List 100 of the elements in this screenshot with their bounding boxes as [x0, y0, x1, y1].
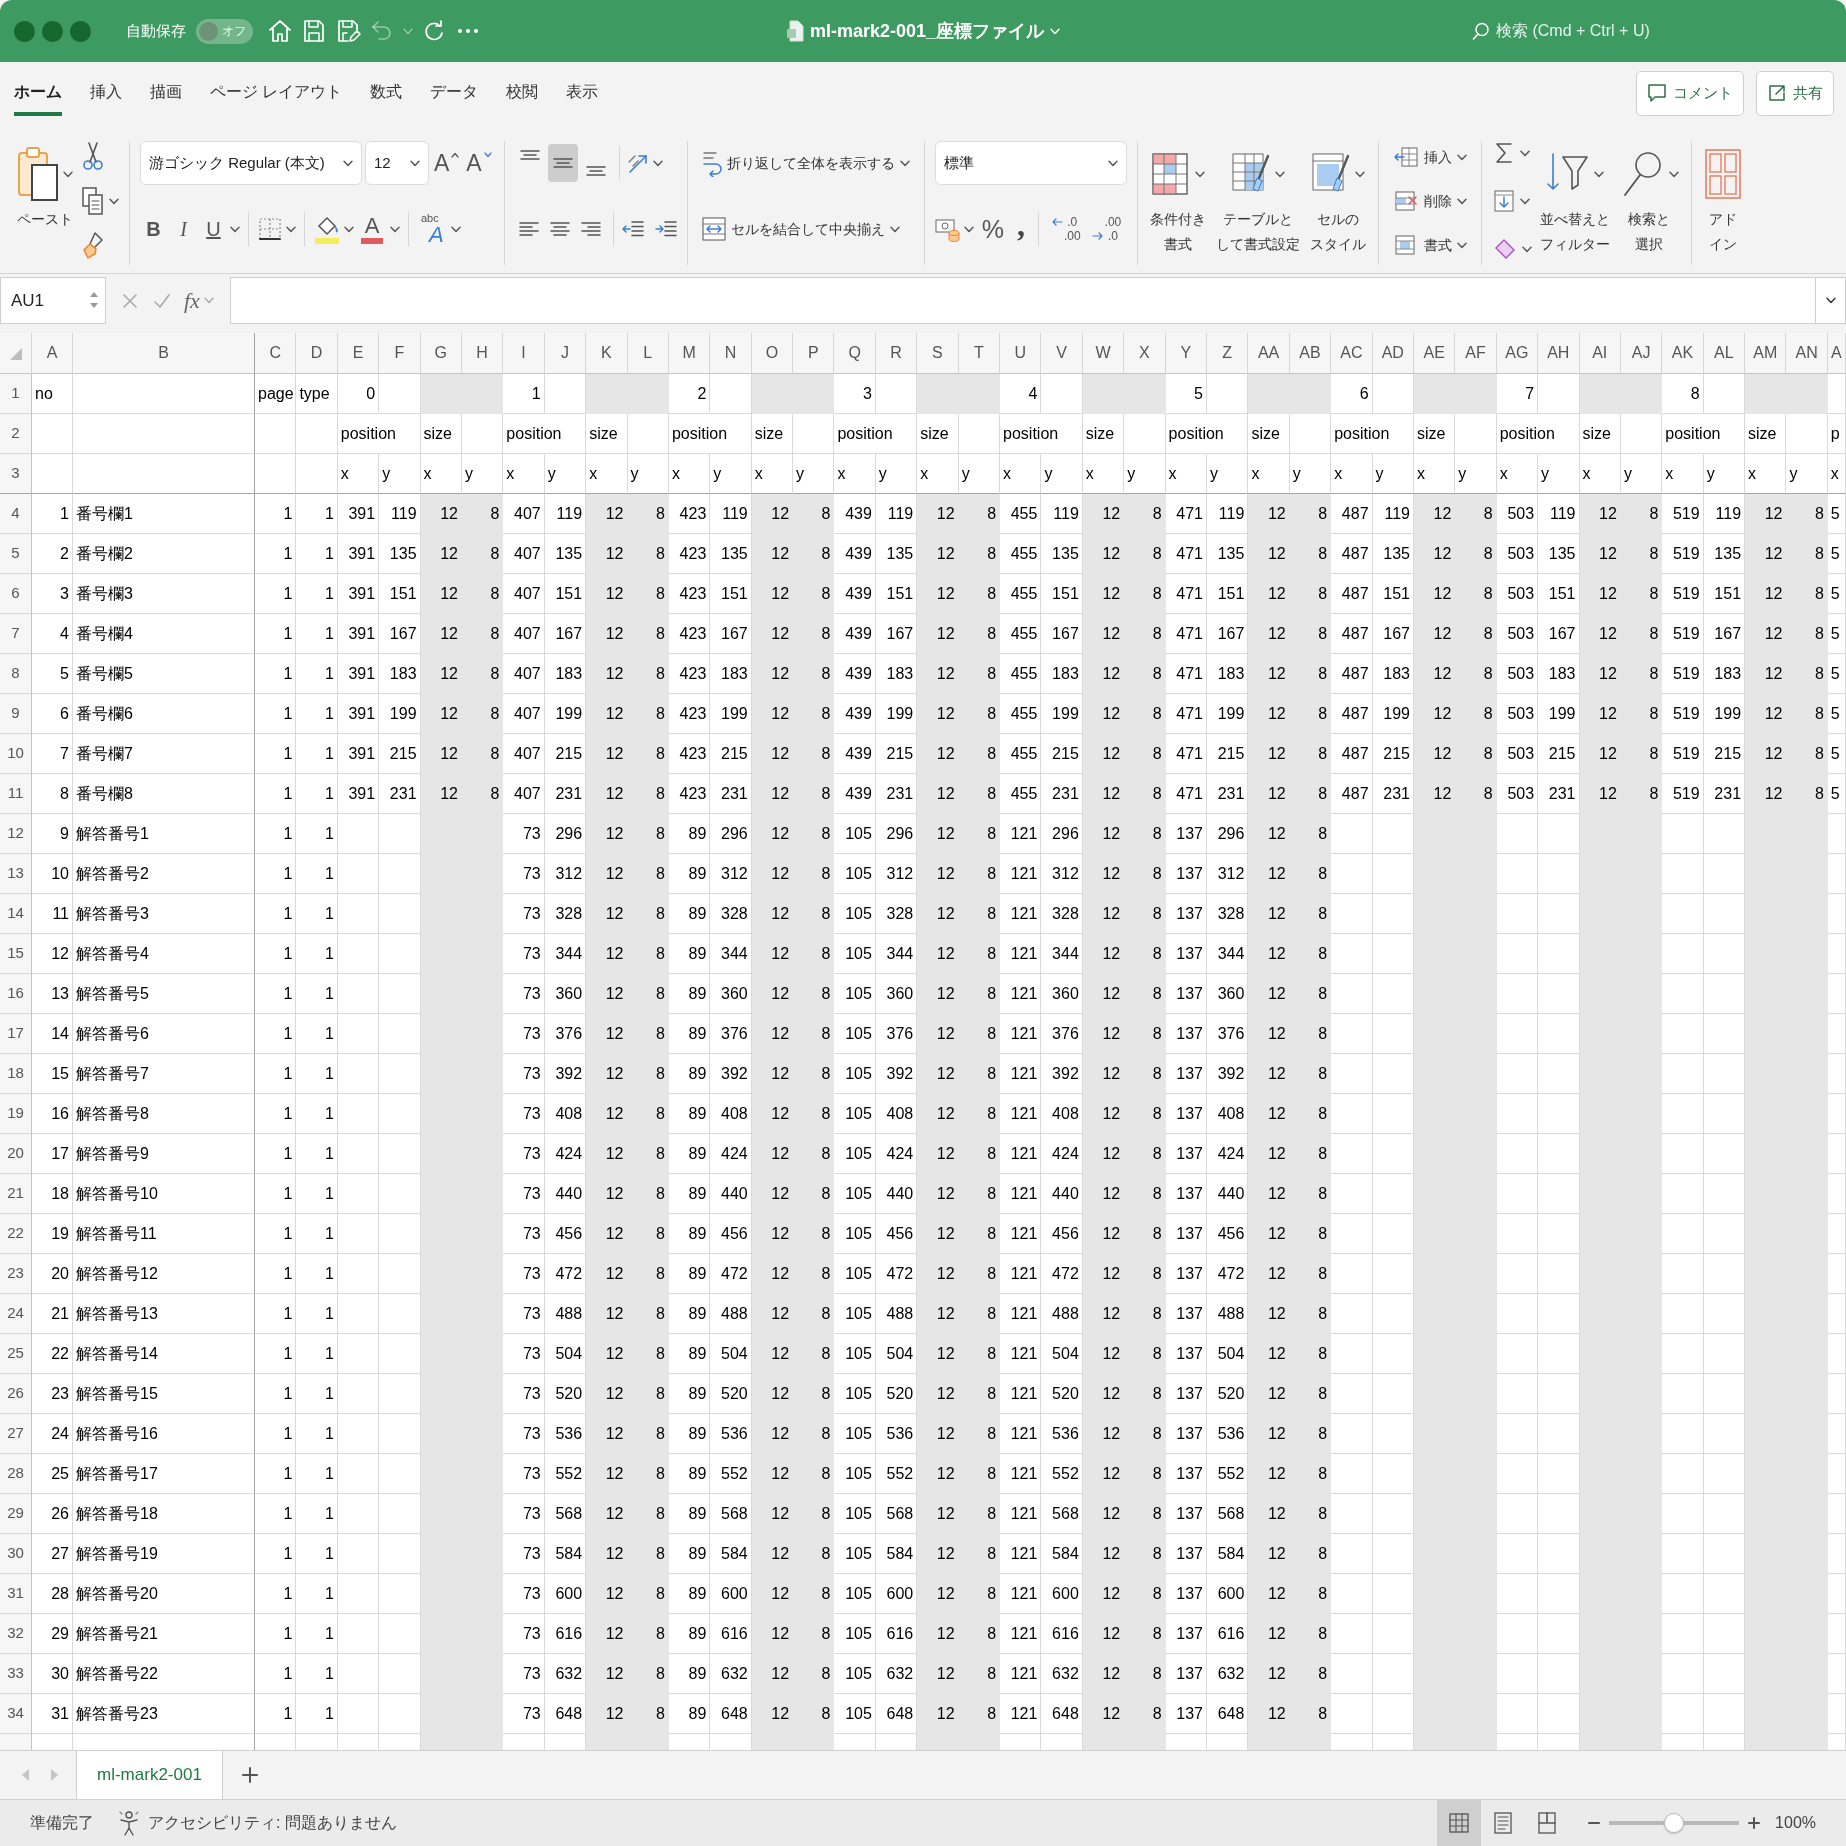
row-header[interactable]: 23: [0, 1254, 32, 1294]
accessibility-status[interactable]: アクセシビリティ: 問題ありません: [148, 1811, 397, 1835]
row-header[interactable]: 25: [0, 1334, 32, 1374]
column-header[interactable]: I: [503, 333, 545, 374]
row-header[interactable]: 29: [0, 1494, 32, 1534]
row-header[interactable]: 2: [0, 414, 32, 454]
row-header[interactable]: 34: [0, 1694, 32, 1734]
row-header[interactable]: 12: [0, 814, 32, 854]
align-middle-button[interactable]: [547, 144, 578, 182]
row-header[interactable]: 18: [0, 1054, 32, 1094]
row-header[interactable]: 3: [0, 454, 32, 494]
column-header[interactable]: AI: [1579, 333, 1621, 374]
row-header[interactable]: 6: [0, 574, 32, 614]
column-header[interactable]: D: [296, 333, 338, 374]
column-header[interactable]: K: [586, 333, 628, 374]
formula-input[interactable]: [230, 277, 1816, 324]
scissors-icon[interactable]: [81, 141, 105, 171]
conditional-format-button[interactable]: 条件付き 書式: [1147, 141, 1208, 257]
banknote-coins-icon[interactable]: [934, 216, 961, 242]
window-minimize-button[interactable]: [42, 20, 63, 42]
row-header[interactable]: 31: [0, 1574, 32, 1614]
row-header[interactable]: 14: [0, 894, 32, 934]
normal-view-button[interactable]: [1437, 1800, 1482, 1846]
caret-icon[interactable]: [344, 225, 354, 233]
ribbon-tab[interactable]: ホーム: [0, 62, 76, 124]
column-header[interactable]: X: [1124, 333, 1166, 374]
copy-icon[interactable]: [81, 186, 105, 216]
row-header[interactable]: 21: [0, 1174, 32, 1214]
sheet-tab[interactable]: ml-mark2-001: [76, 1751, 223, 1799]
column-header[interactable]: S: [917, 333, 959, 374]
caret-icon[interactable]: [652, 159, 663, 167]
up-down-arrows-icon[interactable]: [89, 290, 99, 310]
row-header[interactable]: 4: [0, 494, 32, 534]
column-header[interactable]: V: [1041, 333, 1083, 374]
caret-icon[interactable]: [230, 225, 240, 233]
home-icon[interactable]: [267, 18, 293, 44]
diagonal-arrow-icon[interactable]: [627, 152, 650, 174]
bold-button[interactable]: B: [140, 215, 167, 243]
caret-icon[interactable]: [450, 225, 461, 233]
column-header[interactable]: G: [420, 333, 462, 374]
row-header[interactable]: 10: [0, 734, 32, 774]
column-header[interactable]: W: [1082, 333, 1125, 374]
caret-icon[interactable]: [1519, 197, 1530, 205]
column-header[interactable]: AM: [1745, 333, 1787, 374]
row-header[interactable]: 13: [0, 854, 32, 894]
paste-button[interactable]: ペースト: [14, 141, 75, 232]
row-header[interactable]: 7: [0, 614, 32, 654]
column-header[interactable]: AN: [1786, 333, 1828, 374]
column-header[interactable]: T: [958, 333, 1001, 374]
column-header[interactable]: Z: [1207, 333, 1249, 374]
slider-thumb[interactable]: [1664, 1813, 1685, 1833]
ribbon-tab[interactable]: 数式: [356, 62, 417, 124]
increase-indent-icon[interactable]: [654, 221, 677, 237]
decrease-indent-icon[interactable]: [621, 221, 644, 237]
paintbrush-icon[interactable]: [81, 231, 105, 261]
row-header[interactable]: 33: [0, 1654, 32, 1694]
column-header[interactable]: O: [751, 333, 794, 374]
number-format-dropdown[interactable]: 標準: [934, 141, 1127, 185]
font-size-dropdown[interactable]: 12: [365, 141, 429, 185]
dotted-grid-icon[interactable]: [257, 216, 283, 242]
column-header[interactable]: E: [337, 333, 380, 374]
ribbon-tab[interactable]: 描画: [136, 62, 196, 124]
phonetic-button[interactable]: abc A: [417, 208, 448, 250]
column-header[interactable]: AH: [1538, 333, 1580, 374]
column-header[interactable]: AE: [1413, 333, 1456, 374]
column-header[interactable]: AG: [1496, 333, 1539, 374]
column-header[interactable]: AD: [1372, 333, 1414, 374]
column-header[interactable]: AJ: [1620, 333, 1663, 374]
row-header[interactable]: 1: [0, 374, 32, 414]
insert-function-button[interactable]: fx: [184, 284, 200, 317]
find-select-button[interactable]: 検索と 選択: [1617, 141, 1681, 257]
row-header[interactable]: 17: [0, 1014, 32, 1054]
column-header[interactable]: AA: [1248, 333, 1290, 374]
save-icon[interactable]: [301, 18, 327, 44]
column-header[interactable]: B: [73, 333, 255, 374]
row-header[interactable]: 15: [0, 934, 32, 974]
underline-button[interactable]: U: [200, 215, 227, 243]
column-header[interactable]: J: [544, 333, 587, 374]
row-header[interactable]: 16: [0, 974, 32, 1014]
column-header[interactable]: M: [668, 333, 711, 374]
row-header[interactable]: 28: [0, 1454, 32, 1494]
column-header[interactable]: H: [461, 333, 504, 374]
window-close-button[interactable]: [14, 20, 35, 42]
italic-button[interactable]: I: [170, 215, 197, 243]
column-header[interactable]: AF: [1455, 333, 1497, 374]
search-field[interactable]: 検索 (Cmd + Ctrl + U): [1472, 19, 1696, 43]
comma-style-button[interactable]: ,: [1011, 209, 1030, 249]
column-header[interactable]: N: [710, 333, 752, 374]
delete-button[interactable]: 削除: [1388, 185, 1471, 217]
column-header[interactable]: AL: [1703, 333, 1746, 374]
name-box[interactable]: AU1: [0, 277, 106, 324]
decrease-decimal-button[interactable]: .00 .0: [1087, 212, 1126, 246]
column-header[interactable]: F: [379, 333, 421, 374]
shrink-font-button[interactable]: A: [464, 149, 494, 177]
percent-button[interactable]: %: [976, 214, 1009, 244]
cell-styles-button[interactable]: セルの スタイル: [1307, 141, 1368, 257]
format-as-table-button[interactable]: テーブルと して書式設定: [1213, 141, 1302, 257]
row-header[interactable]: 32: [0, 1614, 32, 1654]
insert-button[interactable]: 挿入: [1388, 141, 1471, 173]
column-header[interactable]: R: [875, 333, 918, 374]
